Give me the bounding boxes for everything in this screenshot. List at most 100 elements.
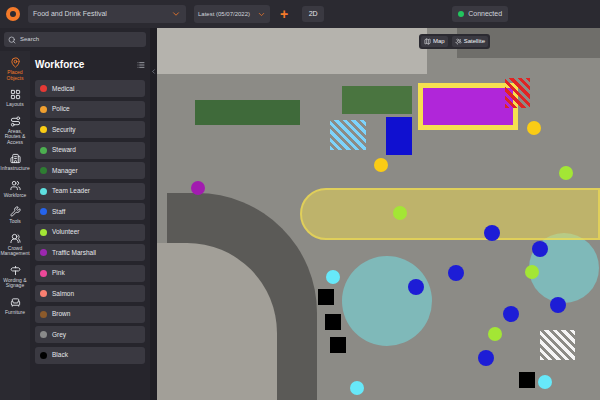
rail-icon [10,297,21,308]
map-building [157,28,427,74]
map-hatched-block[interactable] [505,78,530,108]
map-type-button[interactable]: Map [421,36,448,47]
color-dot-icon [40,208,47,215]
map-canvas[interactable]: Map Satellite [157,28,600,400]
color-dot-icon [40,126,47,133]
map-hatched-block[interactable] [540,330,575,360]
map-zone[interactable] [418,83,518,130]
map-pin[interactable] [448,265,464,281]
color-dot-icon [40,290,47,297]
icon-rail: Placed Objects Layouts Areas, Routes & Acc… [0,51,30,400]
workforce-item[interactable]: Medical [35,80,145,97]
rail-icon [10,57,21,68]
workforce-panel: Workforce Medical Police Security Steward Man… [30,51,150,400]
map-square[interactable] [519,372,535,388]
map-block[interactable] [386,117,412,155]
map-pin[interactable] [538,375,552,389]
map-pin[interactable] [532,241,548,257]
list-icon[interactable] [137,61,145,69]
color-dot-icon [40,229,47,236]
view-mode-button[interactable]: 2D [302,6,324,22]
color-dot-icon [40,311,47,318]
rail-item[interactable]: Areas, Routes & Access [0,116,30,146]
map-pin[interactable] [503,306,519,322]
workforce-item[interactable]: Pink [35,265,145,282]
project-dropdown[interactable]: Food and Drink Festival [28,5,186,23]
status-dot-icon [458,11,464,17]
rail-item[interactable]: Tools [0,206,30,225]
rail-icon [10,89,21,100]
map-pin[interactable] [525,265,539,279]
map-pin[interactable] [478,350,494,366]
map-pin[interactable] [488,327,502,341]
map-pin[interactable] [191,181,205,195]
rail-icon [10,206,21,217]
rail-item[interactable]: Layouts [0,89,30,108]
app: Food and Drink Festival Latest (05/07/202… [0,0,600,400]
workforce-item[interactable]: Grey [35,326,145,343]
connection-status: Connected [452,6,508,22]
map-pin[interactable] [527,121,541,135]
color-dot-icon [40,270,47,277]
map-pin[interactable] [550,297,566,313]
map-icon [424,38,431,45]
sidebar: Search Placed Objects Layouts Areas, Routes… [0,28,150,400]
rail-item[interactable]: Furniture [0,297,30,316]
color-dot-icon [40,331,47,338]
color-dot-icon [40,106,47,113]
workforce-item[interactable]: Black [35,347,145,364]
workforce-item[interactable]: Team Leader [35,183,145,200]
map-lawn [342,86,412,114]
map-pin[interactable] [559,166,573,180]
collapse-strip[interactable] [150,28,157,400]
color-dot-icon [40,352,47,359]
workforce-list: Medical Police Security Steward Manager Team … [35,80,145,364]
search-icon [8,36,16,44]
logo-icon[interactable] [6,7,20,21]
rail-icon [10,233,21,244]
map-pin[interactable] [408,279,424,295]
workforce-item[interactable]: Security [35,121,145,138]
body: Search Placed Objects Layouts Areas, Routes… [0,28,600,400]
workforce-item[interactable]: Staff [35,203,145,220]
workforce-item[interactable]: Salmon [35,285,145,302]
version-dropdown[interactable]: Latest (05/07/2022) [194,5,270,23]
top-bar: Food and Drink Festival Latest (05/07/202… [0,0,600,28]
rail-item[interactable]: Wording & Signage [0,265,30,289]
map-pin[interactable] [393,206,407,220]
workforce-item[interactable]: Manager [35,162,145,179]
workforce-item[interactable]: Traffic Marshall [35,244,145,261]
rail-item[interactable]: Placed Objects [0,57,30,81]
map-pin[interactable] [350,381,364,395]
satellite-icon [455,38,462,45]
panel-title: Workforce [35,57,84,72]
map-square[interactable] [325,314,341,330]
rail-item[interactable]: Infrastructure [0,153,30,172]
map-square[interactable] [318,289,334,305]
search-field[interactable]: Search [4,32,146,47]
color-dot-icon [40,147,47,154]
map-lawn [195,100,300,125]
map-fountain [342,256,432,346]
map-square[interactable] [330,337,346,353]
map-pin[interactable] [326,270,340,284]
chevron-down-icon [171,9,181,19]
workforce-item[interactable]: Police [35,101,145,118]
map-area[interactable] [300,188,600,240]
rail-icon [10,180,21,191]
map-hatched-block[interactable] [330,120,366,150]
version-label: Latest (05/07/2022) [198,10,250,19]
map-pin[interactable] [374,158,388,172]
rail-item[interactable]: Workforce [0,180,30,199]
map-pin[interactable] [484,225,500,241]
project-name: Food and Drink Festival [33,9,107,20]
chevron-left-icon [150,68,157,75]
workforce-item[interactable]: Volunteer [35,224,145,241]
add-button[interactable]: + [278,7,290,21]
map-type-button[interactable]: Satellite [452,36,488,47]
workforce-item[interactable]: Steward [35,142,145,159]
workforce-item[interactable]: Brown [35,306,145,323]
rail-icon [10,116,21,127]
chevron-down-icon [257,10,266,19]
rail-item[interactable]: Crowd Management [0,233,30,257]
